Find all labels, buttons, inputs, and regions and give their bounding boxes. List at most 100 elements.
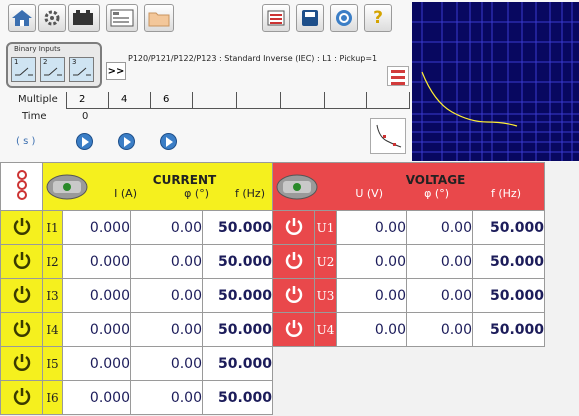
binary-input-switch-1[interactable]: 1 xyxy=(11,57,36,82)
home-button[interactable] xyxy=(8,4,36,32)
power-icon xyxy=(13,387,30,405)
current-phase-field[interactable]: 0.00 xyxy=(130,210,203,245)
voltage-amplitude-field[interactable]: 0.00 xyxy=(336,278,407,313)
current-phase-field[interactable]: 0.00 xyxy=(130,278,203,313)
current-col-amplitude: I (A) xyxy=(114,187,137,200)
generator-icon xyxy=(276,174,318,199)
voltage-col-frequency: f (Hz) xyxy=(491,187,521,200)
current-power-button-5[interactable] xyxy=(0,346,43,381)
voltage-power-button-1[interactable] xyxy=(272,210,315,245)
multiple-value-4[interactable] xyxy=(192,92,236,109)
phase-sequence-icon xyxy=(16,169,27,200)
multiple-value-6[interactable] xyxy=(280,92,324,109)
voltage-frequency-field[interactable]: 50.000 xyxy=(472,312,545,347)
binary-input-switch-2[interactable]: 2 xyxy=(40,57,65,82)
voltage-phase-field[interactable]: 0.00 xyxy=(406,244,473,279)
voltage-amplitude-field[interactable]: 0.00 xyxy=(336,210,407,245)
current-col-phase: φ (°) xyxy=(184,187,209,200)
trip-curve-plot[interactable] xyxy=(412,2,579,161)
current-power-button-2[interactable] xyxy=(0,244,43,279)
power-icon xyxy=(285,217,302,235)
current-amplitude-field[interactable]: 0.000 xyxy=(62,278,131,313)
save-button[interactable] xyxy=(296,4,324,32)
voltage-phase-field[interactable]: 0.00 xyxy=(406,278,473,313)
current-amplitude-field[interactable]: 0.000 xyxy=(62,380,131,415)
folder-icon xyxy=(148,12,170,27)
settings-icon xyxy=(44,10,60,26)
multiple-value-5[interactable] xyxy=(236,92,280,109)
current-frequency-field[interactable]: 50.000 xyxy=(202,346,273,381)
table-row: I4 0.000 0.00 50.000 U4 0.00 0.00 50.000 xyxy=(0,312,545,347)
voltage-power-button-2[interactable] xyxy=(272,244,315,279)
voltage-power-button-4[interactable] xyxy=(272,312,315,347)
multiple-value-8[interactable] xyxy=(366,92,410,109)
multiple-value-2[interactable]: 4 xyxy=(108,92,150,109)
current-channel-label: I1 xyxy=(42,210,63,245)
binary-inputs-more-button[interactable]: >> xyxy=(106,62,126,80)
current-phase-field[interactable]: 0.00 xyxy=(130,346,203,381)
voltage-amplitude-field[interactable]: 0.00 xyxy=(336,244,407,279)
multiple-value-3[interactable]: 6 xyxy=(150,92,192,109)
folder-button[interactable] xyxy=(144,4,174,32)
current-frequency-field[interactable]: 50.000 xyxy=(202,278,273,313)
voltage-channel-label: U4 xyxy=(314,312,337,347)
phase-sequence-button[interactable] xyxy=(0,162,43,211)
power-icon xyxy=(13,217,30,235)
curve-icon xyxy=(376,124,402,148)
battery-button[interactable] xyxy=(68,4,100,32)
top-panel: ? Binary Inputs 1 2 3 >> P120/P121/P122/… xyxy=(0,0,579,162)
empty-area xyxy=(272,346,545,381)
voltage-frequency-field[interactable]: 50.000 xyxy=(472,244,545,279)
play-button-3[interactable] xyxy=(160,133,177,150)
list-button[interactable] xyxy=(262,4,290,32)
voltage-amplitude-field[interactable]: 0.00 xyxy=(336,312,407,347)
multiple-value-7[interactable] xyxy=(324,92,366,109)
voltage-frequency-field[interactable]: 50.000 xyxy=(472,278,545,313)
current-phase-field[interactable]: 0.00 xyxy=(130,380,203,415)
current-power-button-4[interactable] xyxy=(0,312,43,347)
current-channel-label: I2 xyxy=(42,244,63,279)
voltage-channel-label: U1 xyxy=(314,210,337,245)
voltage-phase-field[interactable]: 0.00 xyxy=(406,312,473,347)
binary-input-switch-3[interactable]: 3 xyxy=(69,57,94,82)
multiple-value-1[interactable]: 2 xyxy=(66,92,108,109)
play-button-1[interactable] xyxy=(76,133,93,150)
curve-view-button[interactable] xyxy=(370,118,406,154)
options-menu-button[interactable] xyxy=(387,66,409,86)
time-value: 0 xyxy=(82,111,89,122)
current-frequency-field[interactable]: 50.000 xyxy=(202,244,273,279)
trip-curve-graph xyxy=(412,2,579,161)
current-phase-field[interactable]: 0.00 xyxy=(130,244,203,279)
binary-inputs-panel[interactable]: Binary Inputs 1 2 3 xyxy=(6,42,102,88)
current-power-button-3[interactable] xyxy=(0,278,43,313)
current-amplitude-field[interactable]: 0.000 xyxy=(62,346,131,381)
current-frequency-field[interactable]: 50.000 xyxy=(202,312,273,347)
current-amplitude-field[interactable]: 0.000 xyxy=(62,244,131,279)
test-info-text: P120/P121/P122/P123 : Standard Inverse (… xyxy=(128,54,378,63)
current-amplitude-field[interactable]: 0.000 xyxy=(62,210,131,245)
play-button-2[interactable] xyxy=(118,133,135,150)
voltage-phase-field[interactable]: 0.00 xyxy=(406,210,473,245)
settings-button[interactable] xyxy=(38,4,66,32)
menu-icon xyxy=(391,70,405,73)
voltage-power-button-3[interactable] xyxy=(272,278,315,313)
power-icon xyxy=(13,353,30,371)
current-power-button-6[interactable] xyxy=(0,380,43,415)
list-icon xyxy=(267,10,285,26)
voltage-col-amplitude: U (V) xyxy=(355,187,383,200)
help-button[interactable]: ? xyxy=(364,4,392,32)
report-button[interactable] xyxy=(106,4,138,32)
current-col-frequency: f (Hz) xyxy=(235,187,265,200)
current-amplitude-field[interactable]: 0.000 xyxy=(62,312,131,347)
multiple-label: Multiple xyxy=(18,94,58,105)
sync-button[interactable] xyxy=(330,4,358,32)
voltage-frequency-field[interactable]: 50.000 xyxy=(472,210,545,245)
table-row: I1 0.000 0.00 50.000 U1 0.00 0.00 50.000 xyxy=(0,210,545,245)
current-frequency-field[interactable]: 50.000 xyxy=(202,210,273,245)
voltage-generator-button[interactable] xyxy=(273,173,327,201)
current-phase-field[interactable]: 0.00 xyxy=(130,312,203,347)
current-power-button-1[interactable] xyxy=(0,210,43,245)
current-generator-button[interactable] xyxy=(43,173,97,201)
current-frequency-field[interactable]: 50.000 xyxy=(202,380,273,415)
voltage-channel-label: U2 xyxy=(314,244,337,279)
